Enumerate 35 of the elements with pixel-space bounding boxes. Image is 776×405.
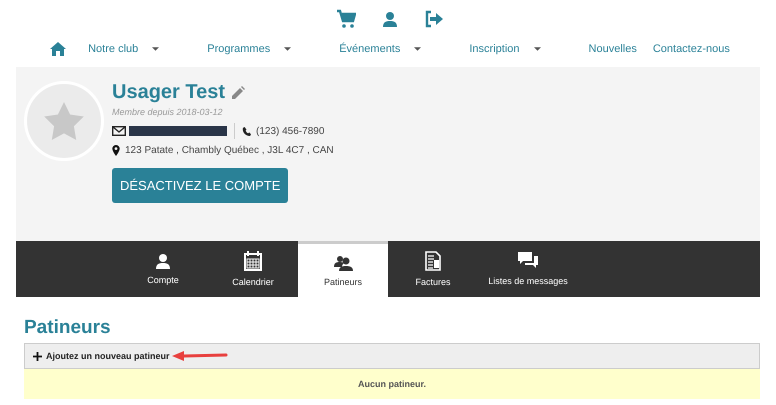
member-since: Membre depuis 2018-03-12 (112, 107, 223, 117)
tab[interactable]: Calendrier (208, 241, 298, 297)
tab[interactable]: Listes de messages (478, 241, 578, 297)
map-pin-icon (112, 145, 120, 156)
pencil-icon[interactable] (231, 86, 246, 100)
invoice-icon (425, 251, 441, 271)
tab[interactable]: Patineurs (298, 241, 388, 297)
tab[interactable]: Factures (388, 241, 478, 297)
user-icon[interactable] (382, 11, 398, 27)
phone-number: (123) 456-7890 (256, 126, 324, 136)
logout-icon[interactable] (424, 10, 444, 28)
arrow-annotation (172, 350, 228, 362)
calendar-icon (244, 251, 262, 271)
users-icon (333, 254, 353, 270)
nav-link[interactable]: Programmes (207, 43, 314, 55)
address: 123 Patate , Chambly Québec , J3L 4C7 , CAN (125, 145, 334, 156)
section-title: Patineurs (24, 317, 112, 339)
chat-icon (518, 252, 538, 270)
envelope-icon (112, 126, 126, 136)
nav-link[interactable]: Notre club (88, 43, 182, 55)
nav-link[interactable]: Inscription (469, 43, 563, 55)
plus-icon (33, 352, 42, 360)
tab[interactable]: Compte (118, 241, 208, 297)
nav-link[interactable]: Contactez-nous (652, 43, 730, 55)
user-name: Usager Test (112, 81, 226, 104)
deactivate-account-button[interactable]: DÉSACTIVEZ LE COMPTE (112, 168, 288, 203)
cart-icon[interactable] (336, 9, 356, 29)
phone-icon (242, 126, 251, 136)
nav-link[interactable]: Événements (339, 43, 444, 55)
star-icon (44, 102, 84, 140)
nav-link[interactable]: Nouvelles (588, 43, 637, 55)
home-icon[interactable] (50, 42, 66, 56)
add-skater-button[interactable]: Ajoutez un nouveau patineur (33, 351, 170, 361)
user-icon (155, 253, 171, 269)
empty-message: Aucun patineur. (24, 369, 760, 399)
